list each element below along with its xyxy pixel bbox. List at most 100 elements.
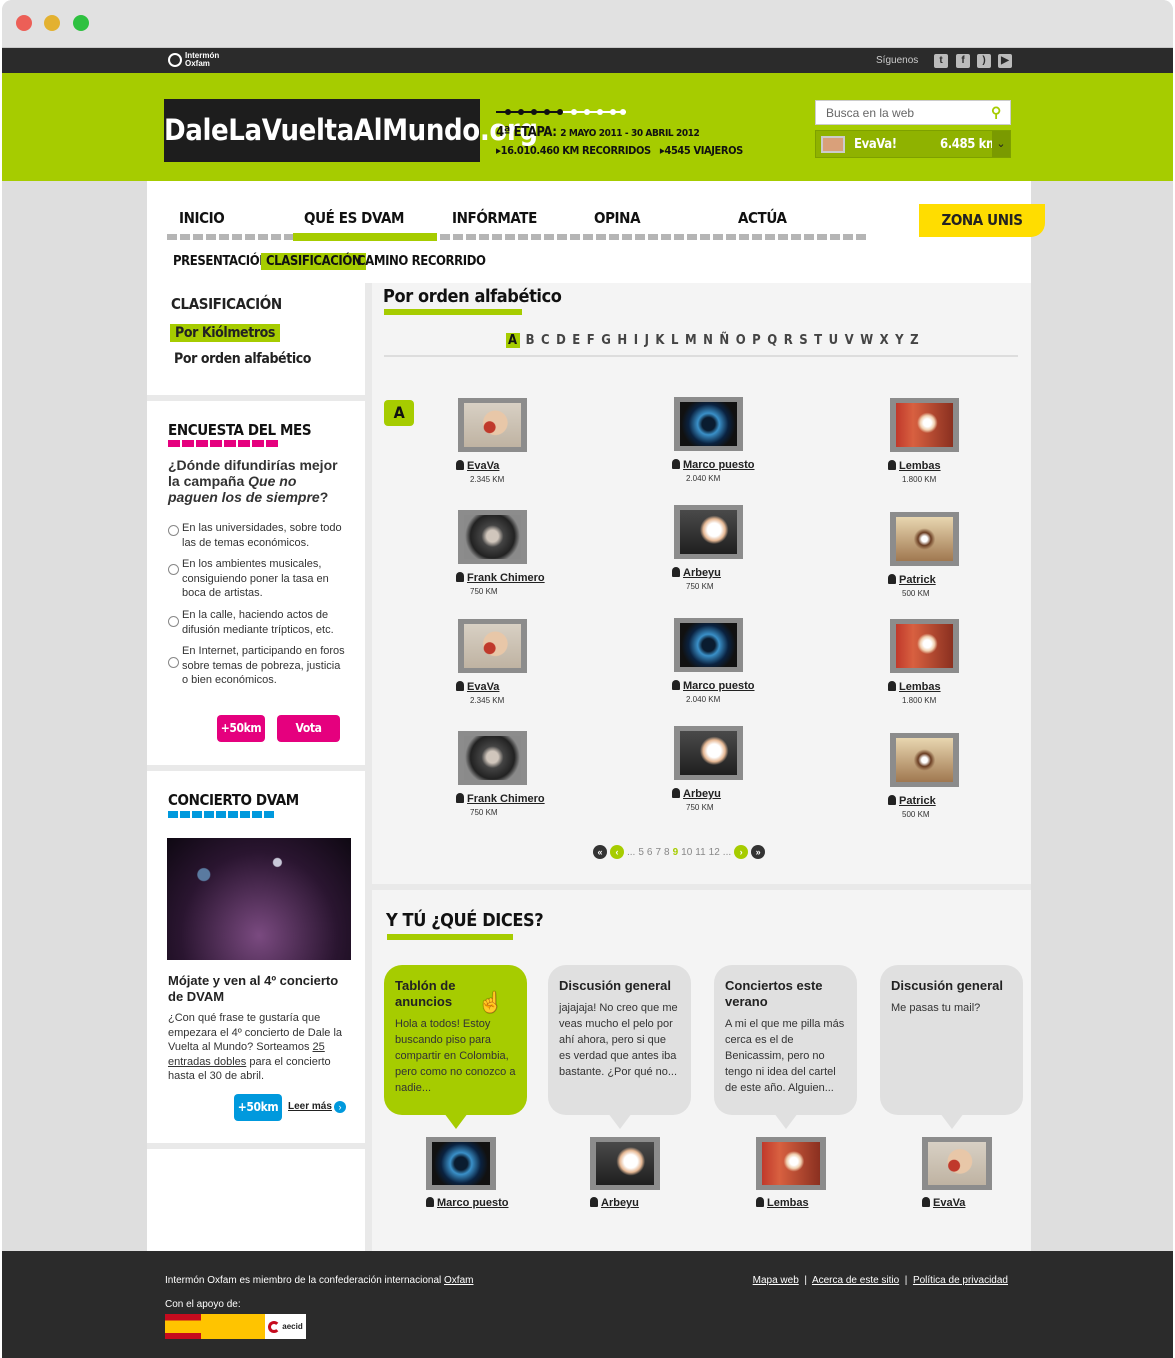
user-photo[interactable] — [674, 618, 743, 672]
user-menu[interactable]: EvaVa! 6.485 km ⌄ — [815, 130, 1011, 158]
nav-informate[interactable]: INFÓRMATE — [452, 209, 537, 227]
user-name-link[interactable]: Marco puesto — [672, 459, 792, 471]
letter-link[interactable]: A — [506, 333, 520, 348]
radio-button[interactable] — [168, 564, 179, 575]
user-photo[interactable] — [674, 397, 743, 451]
letter-link[interactable]: V — [845, 333, 855, 348]
rss-icon[interactable]: ) — [977, 54, 991, 68]
last-page-icon[interactable]: » — [751, 845, 766, 859]
user-photo[interactable] — [890, 512, 959, 566]
comment-topic[interactable]: Conciertos este verano — [725, 978, 846, 1010]
radio-button[interactable] — [168, 525, 179, 536]
concert-photo[interactable] — [167, 838, 351, 960]
user-photo[interactable] — [458, 398, 527, 452]
page-link[interactable]: 5 — [638, 847, 644, 858]
user-photo[interactable] — [458, 619, 527, 673]
author-photo[interactable] — [922, 1137, 992, 1190]
user-name-link[interactable]: Patrick — [888, 795, 1008, 807]
user-tile[interactable]: Arbeyu 750 KM — [672, 726, 792, 812]
search-icon[interactable]: ⚲ — [991, 105, 1006, 120]
nav-que-es-dvam[interactable]: QUÉ ES DVAM — [304, 209, 404, 227]
letter-link[interactable]: J — [645, 333, 650, 348]
user-tile[interactable]: Marco puesto 2.040 KM — [672, 618, 792, 704]
user-name-link[interactable]: Frank Chimero — [456, 793, 576, 805]
minimize-window-button[interactable] — [44, 15, 60, 31]
comment-bubble[interactable]: Conciertos este verano A mi el que me pil… — [714, 965, 857, 1129]
letter-link[interactable]: Ñ — [719, 333, 729, 348]
user-tile[interactable]: Lembas 1.800 KM — [888, 398, 1008, 484]
radio-button[interactable] — [168, 616, 179, 627]
zona-unis-tab[interactable]: ZONA UNIS — [919, 204, 1045, 237]
read-more-link[interactable]: Leer más — [288, 1101, 332, 1112]
letter-link[interactable]: F — [587, 333, 596, 348]
letter-link[interactable]: K — [655, 333, 665, 348]
nav-opina[interactable]: OPINA — [594, 209, 641, 227]
comment-bubble[interactable]: Discusión general jajajaja! No creo que m… — [548, 965, 691, 1129]
user-tile[interactable]: EvaVa 2.345 KM — [456, 398, 576, 484]
poll-option[interactable]: En las universidades, sobre todo las de … — [168, 521, 346, 550]
letter-link[interactable]: G — [601, 333, 611, 348]
author-photo[interactable] — [756, 1137, 826, 1190]
subnav-clasificacion[interactable]: CLASIFICACIÓN — [261, 253, 367, 270]
first-page-icon[interactable]: « — [593, 845, 607, 859]
author-name-link[interactable]: Arbeyu — [590, 1197, 700, 1209]
letter-link[interactable]: P — [752, 333, 761, 348]
user-photo[interactable] — [890, 398, 959, 452]
letter-link[interactable]: Q — [767, 333, 777, 348]
user-tile[interactable]: Patrick 500 KM — [888, 733, 1008, 819]
user-photo[interactable] — [674, 726, 743, 780]
poll-option[interactable]: En los ambientes musicales, consiguiendo… — [168, 557, 346, 601]
nav-inicio[interactable]: INICIO — [179, 209, 225, 227]
user-name-link[interactable]: Frank Chimero — [456, 572, 576, 584]
user-photo[interactable] — [674, 505, 743, 559]
author-photo[interactable] — [590, 1137, 660, 1190]
poll-option[interactable]: En la calle, haciendo actos de difusión … — [168, 608, 346, 637]
comment-bubble[interactable]: Tablón de anuncios Hola a todos! Estoy bu… — [384, 965, 527, 1129]
privacy-link[interactable]: Política de privacidad — [913, 1275, 1008, 1286]
letter-link[interactable]: S — [799, 333, 808, 348]
letter-link[interactable]: N — [703, 333, 713, 348]
oxfam-logo[interactable]: Intermón Oxfam — [168, 52, 219, 68]
comment-bubble[interactable]: Discusión general Me pasas tu mail? — [880, 965, 1023, 1129]
site-logo[interactable]: DaleLaVueltaAlMundo.org — [164, 99, 538, 162]
author-name-link[interactable]: EvaVa — [922, 1197, 1032, 1209]
radio-button[interactable] — [168, 657, 179, 668]
sort-by-km[interactable]: Por Kiólmetros — [170, 324, 280, 342]
comment-topic[interactable]: Discusión general — [891, 978, 1012, 994]
subnav-camino-recorrido[interactable]: CAMINO RECORRIDO — [352, 253, 491, 270]
search-input[interactable]: Busca en la web ⚲ — [815, 100, 1011, 125]
page-link[interactable]: 8 — [664, 847, 670, 858]
user-name-link[interactable]: EvaVa — [456, 460, 576, 472]
letter-link[interactable]: R — [784, 333, 794, 348]
page-link-current[interactable]: 9 — [673, 847, 679, 858]
author-photo[interactable] — [426, 1137, 496, 1190]
page-link[interactable]: 10 — [681, 847, 692, 858]
letter-link[interactable]: Y — [895, 333, 904, 348]
user-name-link[interactable]: Lembas — [888, 460, 1008, 472]
user-tile[interactable]: Frank Chimero 750 KM — [456, 510, 576, 596]
maximize-window-button[interactable] — [73, 15, 89, 31]
user-tile[interactable]: EvaVa 2.345 KM — [456, 619, 576, 705]
youtube-icon[interactable]: ▶ — [998, 54, 1012, 68]
subnav-presentacion[interactable]: PRESENTACIÓN — [168, 253, 274, 270]
letter-link[interactable]: L — [671, 333, 679, 348]
user-tile[interactable]: Frank Chimero 750 KM — [456, 731, 576, 817]
comment-topic[interactable]: Discusión general — [559, 978, 680, 994]
user-photo[interactable] — [458, 731, 527, 785]
letter-link[interactable]: D — [556, 333, 566, 348]
page-link[interactable]: 6 — [647, 847, 653, 858]
letter-link[interactable]: Z — [910, 333, 919, 348]
letter-link[interactable]: E — [572, 333, 581, 348]
letter-link[interactable]: U — [829, 333, 839, 348]
letter-link[interactable]: C — [541, 333, 550, 348]
user-tile[interactable]: Arbeyu 750 KM — [672, 505, 792, 591]
letter-link[interactable]: B — [526, 333, 535, 348]
user-tile[interactable]: Marco puesto 2.040 KM — [672, 397, 792, 483]
letter-link[interactable]: H — [617, 333, 627, 348]
page-link[interactable]: 11 — [695, 847, 705, 858]
letter-link[interactable]: W — [860, 333, 873, 348]
close-window-button[interactable] — [16, 15, 32, 31]
sort-by-alpha[interactable]: Por orden alfabético — [174, 351, 311, 367]
oxfam-link[interactable]: Oxfam — [444, 1275, 473, 1286]
chevron-down-icon[interactable]: ⌄ — [992, 131, 1010, 157]
